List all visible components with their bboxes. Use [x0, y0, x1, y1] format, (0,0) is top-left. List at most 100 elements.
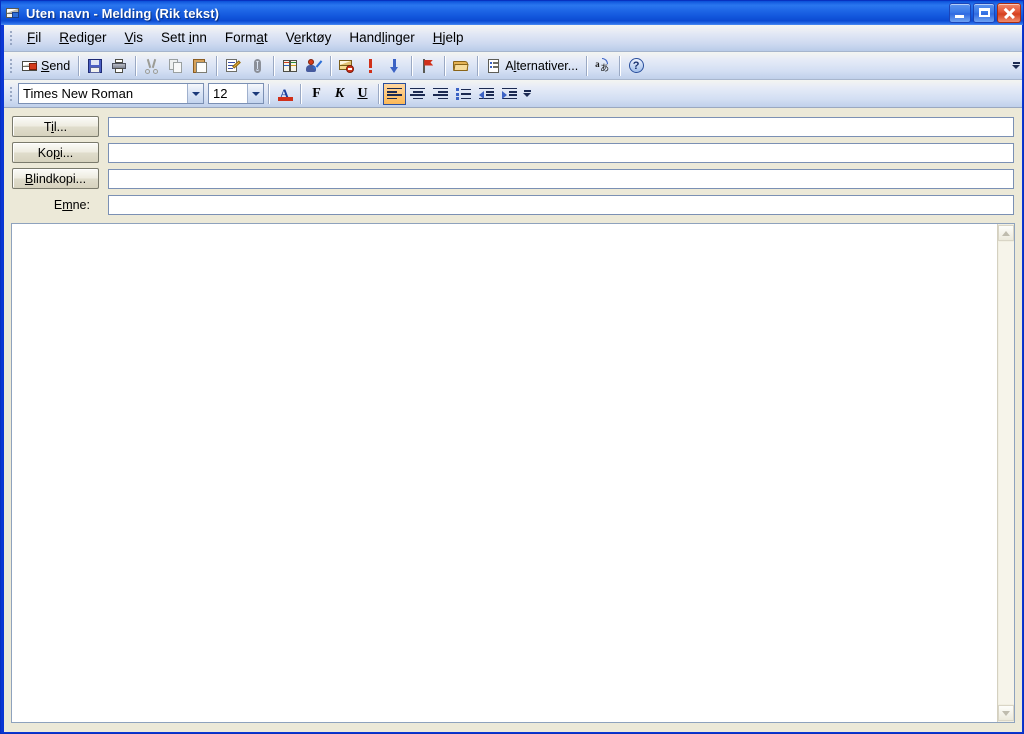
align-right-button[interactable]	[429, 83, 452, 105]
low-importance-button[interactable]	[383, 55, 407, 77]
window-controls	[949, 3, 1021, 23]
send-button-label: Send	[41, 58, 71, 73]
toolbar-separator	[330, 55, 332, 76]
font-size-combo[interactable]: 12	[208, 83, 264, 104]
high-importance-button[interactable]	[359, 55, 383, 77]
paperclip-icon	[249, 58, 265, 74]
scroll-up-button[interactable]	[998, 225, 1014, 241]
menu-handlinger[interactable]: Handlinger	[340, 27, 423, 49]
font-size-dropdown-arrow[interactable]	[247, 84, 263, 103]
paste-button[interactable]	[188, 55, 212, 77]
help-button[interactable]: ?	[624, 55, 648, 77]
bcc-row: Blindkopi...	[12, 168, 1014, 189]
question-circle-icon: ?	[628, 58, 644, 74]
bcc-button[interactable]: Blindkopi...	[12, 168, 99, 189]
copy-button[interactable]	[164, 55, 188, 77]
cc-input[interactable]	[108, 142, 1014, 163]
chevron-down-icon	[1012, 65, 1020, 69]
folder-button[interactable]	[449, 55, 473, 77]
check-names-button[interactable]	[302, 55, 326, 77]
print-button[interactable]	[107, 55, 131, 77]
menu-hjelp[interactable]: Hjelp	[424, 27, 473, 49]
message-window: Uten navn - Melding (Rik tekst) Fil Redi…	[0, 0, 1024, 734]
bcc-button-label: Blindkopi...	[24, 171, 87, 186]
format-toolbar-gripper[interactable]	[7, 85, 15, 103]
standard-toolbar: Send Alternativer... a あ ?	[4, 52, 1022, 80]
chevron-down-icon	[523, 93, 531, 97]
bullets-button[interactable]	[452, 83, 475, 105]
body-vertical-scrollbar[interactable]	[997, 224, 1014, 722]
message-body-input[interactable]	[12, 224, 997, 722]
to-button[interactable]: Til...	[12, 116, 99, 137]
underline-button[interactable]: U	[351, 83, 374, 105]
send-button[interactable]: Send	[18, 55, 74, 77]
font-color-swatch	[278, 96, 293, 101]
scroll-down-arrow-icon	[1002, 710, 1010, 716]
scrollbar-track[interactable]	[998, 242, 1014, 704]
attach-file-button[interactable]	[245, 55, 269, 77]
cut-button[interactable]	[140, 55, 164, 77]
subject-input[interactable]	[108, 194, 1014, 215]
overflow-bar	[1012, 62, 1020, 64]
menu-bar-gripper[interactable]	[7, 29, 15, 47]
minimize-button[interactable]	[949, 3, 971, 23]
menu-rediger[interactable]: Rediger	[50, 27, 115, 49]
bullet-list-icon	[456, 88, 471, 100]
open-book-icon	[282, 58, 298, 74]
subject-row: Emne:	[12, 194, 1014, 215]
save-button[interactable]	[83, 55, 107, 77]
align-center-icon	[410, 87, 425, 100]
toolbar-overflow-button[interactable]	[1010, 54, 1022, 78]
open-folder-icon	[453, 58, 469, 74]
menu-bar: Fil Rediger Vis Sett inn Format Verktøy …	[4, 25, 1022, 52]
menu-sett-inn[interactable]: Sett inn	[152, 27, 216, 49]
italic-button[interactable]: K	[328, 83, 351, 105]
follow-up-flag-button[interactable]	[416, 55, 440, 77]
toolbar-separator	[135, 55, 137, 76]
to-input[interactable]	[108, 116, 1014, 137]
toolbar-separator	[477, 55, 479, 76]
bcc-input[interactable]	[108, 168, 1014, 189]
close-button[interactable]	[997, 3, 1021, 23]
address-book-button[interactable]	[278, 55, 302, 77]
bold-button[interactable]: F	[305, 83, 328, 105]
menu-fil[interactable]: Fil	[18, 27, 50, 49]
cc-row: Kopi...	[12, 142, 1014, 163]
toolbar-separator	[78, 55, 80, 76]
overflow-bar	[523, 90, 531, 92]
align-left-button[interactable]	[383, 82, 406, 105]
format-painter-button[interactable]	[221, 55, 245, 77]
message-header-pane: Til... Kopi... Blindkopi... Emne:	[4, 108, 1022, 220]
menu-verktoy[interactable]: Verktøy	[277, 27, 341, 49]
title-bar[interactable]: Uten navn - Melding (Rik tekst)	[1, 1, 1023, 25]
decrease-indent-button[interactable]	[475, 83, 498, 105]
cc-button-label: Kopi...	[37, 145, 74, 160]
format-toolbar-overflow-button[interactable]	[521, 82, 533, 106]
font-family-value: Times New Roman	[23, 85, 134, 101]
font-color-button[interactable]: A	[273, 83, 296, 105]
red-flag-icon	[420, 58, 436, 74]
printer-icon	[111, 58, 127, 74]
menu-format[interactable]: Format	[216, 27, 277, 49]
floppy-disk-icon	[87, 58, 103, 74]
font-family-combo[interactable]: Times New Roman	[18, 83, 204, 104]
options-page-icon	[486, 58, 502, 74]
block-sender-button[interactable]	[335, 55, 359, 77]
exclamation-icon	[363, 58, 379, 74]
standard-toolbar-gripper[interactable]	[7, 57, 15, 75]
scroll-down-button[interactable]	[998, 705, 1014, 721]
options-button[interactable]: Alternativer...	[482, 55, 582, 77]
increase-indent-button[interactable]	[498, 83, 521, 105]
font-size-value: 12	[213, 85, 228, 101]
cc-button[interactable]: Kopi...	[12, 142, 99, 163]
align-center-button[interactable]	[406, 83, 429, 105]
language-translate-icon: aあ	[595, 57, 610, 73]
toolbar-separator	[378, 83, 379, 104]
language-button[interactable]: aあ	[591, 55, 615, 77]
italic-label: K	[334, 85, 345, 101]
window-title: Uten navn - Melding (Rik tekst)	[26, 5, 220, 21]
toolbar-separator	[444, 55, 446, 76]
menu-vis[interactable]: Vis	[116, 27, 153, 49]
font-family-dropdown-arrow[interactable]	[187, 84, 203, 103]
maximize-button[interactable]	[973, 3, 995, 23]
